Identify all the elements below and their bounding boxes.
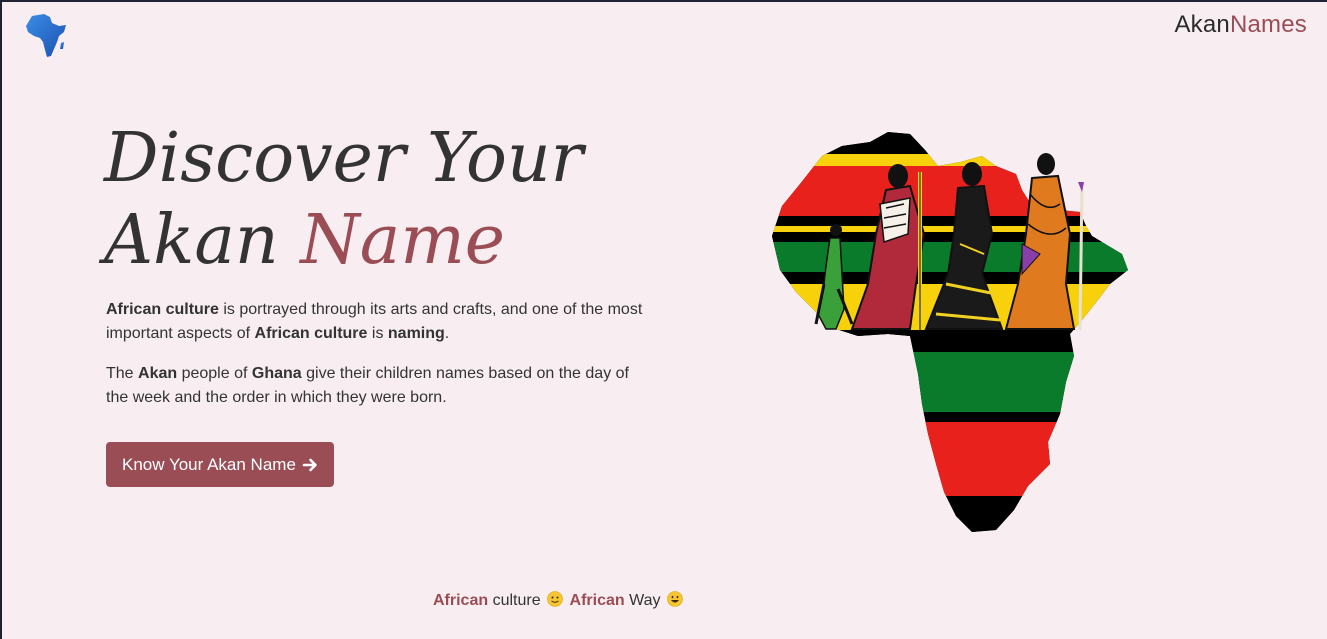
footer-word-african-1: African — [433, 592, 489, 609]
intro-text-3: . — [444, 325, 450, 342]
akan-text-1: The — [106, 365, 139, 382]
smiling-face-emoji-icon — [667, 591, 683, 607]
arrow-right-icon — [302, 458, 317, 471]
brand-link[interactable]: AkanNames — [1174, 11, 1307, 39]
brand-text-names: Names — [1229, 11, 1307, 38]
footer-word-way: Way — [629, 592, 661, 609]
window-edge — [0, 2, 2, 639]
africa-kente-figures-illustration — [772, 132, 1128, 532]
intro-bold-naming: naming — [387, 325, 445, 342]
intro-paragraph: African culture is portrayed through its… — [106, 298, 651, 346]
hero-title: Discover Your Akan Name — [104, 118, 724, 282]
intro-bold-african-culture-2: African culture — [254, 325, 368, 342]
akan-paragraph: The Akan people of Ghana give their chil… — [106, 362, 651, 410]
akan-bold-ghana: Ghana — [251, 365, 302, 382]
akan-bold-akan: Akan — [138, 365, 178, 382]
hero-title-line2-accent: Name — [300, 201, 506, 280]
intro-text-2: is — [367, 325, 388, 342]
hero-title-line1: Discover Your — [104, 119, 584, 198]
africa-map-icon[interactable] — [24, 12, 68, 58]
know-your-akan-name-button[interactable]: Know Your Akan Name — [106, 442, 334, 487]
footer-word-culture: culture — [492, 592, 541, 609]
hero-title-line2-plain: Akan — [104, 201, 279, 280]
footer-word-african-2: African — [569, 592, 625, 609]
cta-label: Know Your Akan Name — [122, 454, 296, 474]
intro-bold-african-culture-1: African culture — [106, 301, 219, 318]
brand-text-akan: Akan — [1174, 11, 1230, 38]
slightly-smiling-face-emoji-icon — [547, 591, 563, 607]
footer-tagline: African culture African Way — [433, 591, 685, 610]
akan-text-2: people of — [177, 365, 252, 382]
